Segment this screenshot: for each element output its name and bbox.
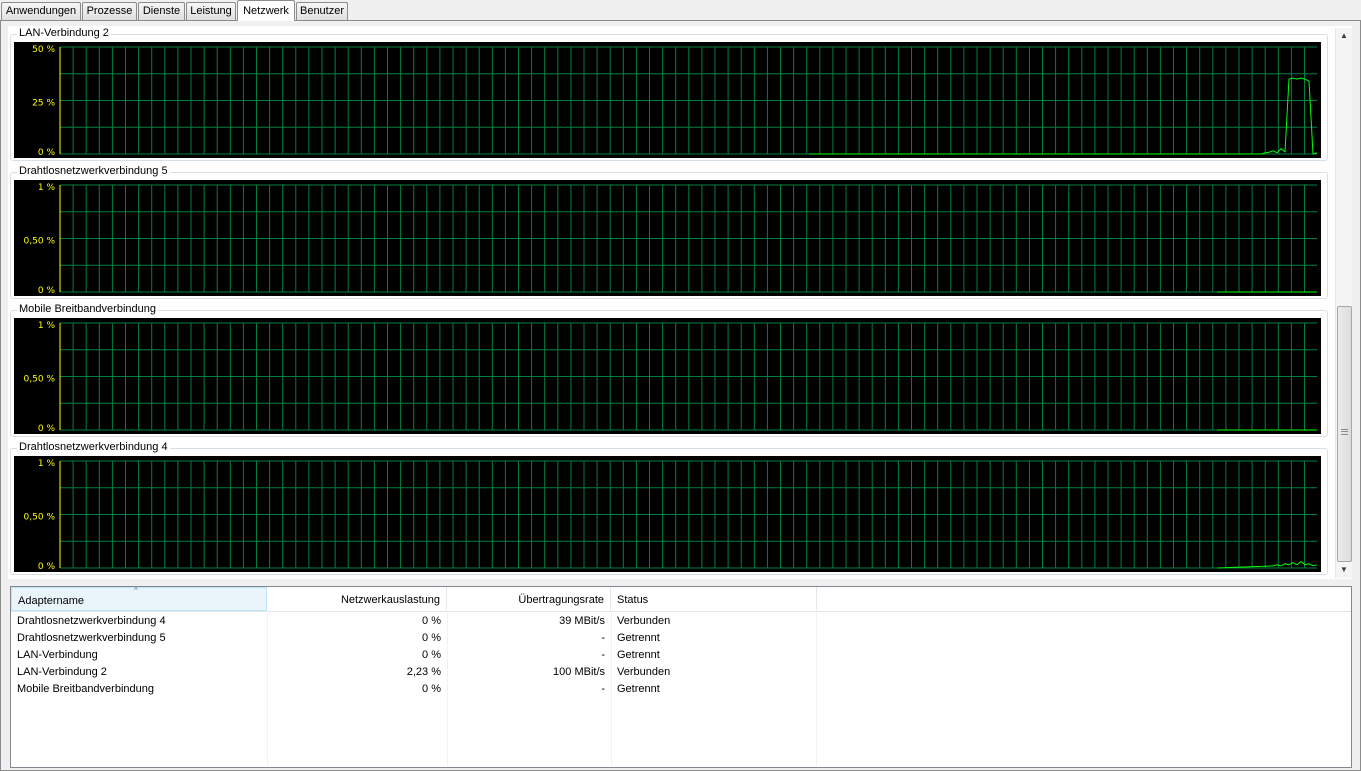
adapter-rate: - (601, 632, 605, 644)
graph-group-lan-verbindung-2: LAN-Verbindung 2 50 % 25 % 0 % (10, 26, 1328, 161)
adapter-status: Verbunden (617, 666, 671, 678)
column-label: Adaptername (18, 595, 85, 607)
graph-canvas: 50 % 25 % 0 % (32, 45, 1318, 158)
y-tick-label: 0,50 % (24, 375, 56, 385)
y-tick-label: 1 % (38, 183, 56, 193)
column-netzwerkauslastung[interactable]: Netzwerkauslastung (267, 587, 447, 611)
list-header: ^ Adaptername Netzwerkauslastung Übertra… (11, 586, 1351, 612)
scroll-down-button[interactable]: ▼ (1336, 562, 1352, 578)
sort-ascending-icon: ^ (134, 586, 138, 595)
graph-canvas: 1 % 0,50 % 0 % (24, 321, 1317, 434)
adapter-name: Mobile Breitbandverbindung (17, 683, 154, 695)
y-tick-label: 50 % (32, 45, 55, 55)
adapter-rate: - (601, 649, 605, 661)
column-label: Status (617, 594, 649, 606)
graph-group-mobile-breitband: Mobile Breitbandverbindung 1 % 0,50 % 0 % (10, 302, 1328, 437)
adapter-name: LAN-Verbindung (17, 649, 98, 661)
adapter-rate: 39 MBit/s (559, 615, 605, 627)
scroll-up-button[interactable]: ▲ (1336, 28, 1352, 44)
network-graph: 50 % 25 % 0 % (14, 42, 1321, 158)
y-tick-label: 1 % (38, 321, 56, 331)
tab-benutzer[interactable]: Benutzer (296, 2, 348, 20)
graph-title: Mobile Breitbandverbindung (17, 302, 158, 316)
series-line (1216, 560, 1318, 569)
graphs-scroll-area: LAN-Verbindung 2 50 % 25 % 0 % Drahtlosnet… (8, 26, 1352, 579)
grip-icon (1341, 429, 1348, 435)
table-row[interactable]: Mobile Breitbandverbindung 0 % - Getrenn… (11, 681, 1351, 698)
y-tick-label: 0 % (38, 562, 56, 572)
table-row[interactable]: Drahtlosnetzwerkverbindung 5 0 % - Getre… (11, 630, 1351, 647)
adapter-name: Drahtlosnetzwerkverbindung 5 (17, 632, 166, 644)
tab-anwendungen[interactable]: Anwendungen (1, 2, 81, 20)
tab-leistung[interactable]: Leistung (186, 2, 236, 20)
column-label: Netzwerkauslastung (340, 594, 440, 606)
adapter-status: Verbunden (617, 615, 671, 627)
y-tick-label: 0 % (38, 148, 56, 158)
column-adaptername[interactable]: ^ Adaptername (11, 586, 267, 611)
column-uebertragungsrate[interactable]: Übertragungsrate (447, 587, 611, 611)
adapter-usage: 0 % (422, 632, 441, 644)
y-tick-label: 0 % (38, 286, 56, 296)
scroll-thumb[interactable] (1337, 306, 1352, 562)
table-row[interactable]: Drahtlosnetzwerkverbindung 4 0 % 39 MBit… (11, 613, 1351, 630)
adapter-rate: 100 MBit/s (553, 666, 605, 678)
adapter-name: LAN-Verbindung 2 (17, 666, 107, 678)
adapter-name: Drahtlosnetzwerkverbindung 4 (17, 615, 166, 627)
network-graph: 1 % 0,50 % 0 % (14, 180, 1321, 296)
network-graph: 1 % 0,50 % 0 % (14, 318, 1321, 434)
adapter-list[interactable]: ^ Adaptername Netzwerkauslastung Übertra… (10, 586, 1352, 768)
graph-group-drahtlos-4: Drahtlosnetzwerkverbindung 4 1 % 0,50 % 0 … (10, 440, 1328, 575)
adapter-status: Getrennt (617, 649, 660, 661)
adapter-status: Getrennt (617, 632, 660, 644)
vertical-scrollbar[interactable]: ▲ ▼ (1335, 28, 1352, 578)
column-status[interactable]: Status (611, 587, 817, 611)
graph-title: Drahtlosnetzwerkverbindung 4 (17, 440, 170, 454)
y-tick-label: 0 % (38, 424, 56, 434)
column-label: Übertragungsrate (518, 594, 604, 606)
tab-prozesse[interactable]: Prozesse (82, 2, 137, 20)
network-graph: 1 % 0,50 % 0 % (14, 456, 1321, 572)
y-tick-label: 1 % (38, 459, 56, 469)
tab-bar: Anwendungen Prozesse Dienste Leistung Ne… (0, 0, 1361, 21)
y-tick-label: 0,50 % (24, 237, 56, 247)
adapter-usage: 0 % (422, 615, 441, 627)
adapter-usage: 2,23 % (406, 666, 441, 678)
graph-canvas: 1 % 0,50 % 0 % (24, 459, 1318, 572)
table-row[interactable]: LAN-Verbindung 2 2,23 % 100 MBit/s Verbu… (11, 664, 1351, 681)
adapter-usage: 0 % (422, 649, 441, 661)
adapter-usage: 0 % (422, 683, 441, 695)
graph-group-drahtlos-5: Drahtlosnetzwerkverbindung 5 1 % 0,50 % 0 … (10, 164, 1328, 299)
tab-netzwerk[interactable]: Netzwerk (237, 0, 295, 21)
table-row[interactable]: LAN-Verbindung 0 % - Getrennt (11, 647, 1351, 664)
graph-title: Drahtlosnetzwerkverbindung 5 (17, 164, 170, 178)
graph-canvas: 1 % 0,50 % 0 % (24, 183, 1317, 296)
graph-title: LAN-Verbindung 2 (17, 26, 111, 40)
adapter-status: Getrennt (617, 683, 660, 695)
y-tick-label: 0,50 % (24, 513, 56, 523)
y-tick-label: 25 % (32, 99, 55, 109)
adapter-rate: - (601, 683, 605, 695)
tab-dienste[interactable]: Dienste (138, 2, 185, 20)
